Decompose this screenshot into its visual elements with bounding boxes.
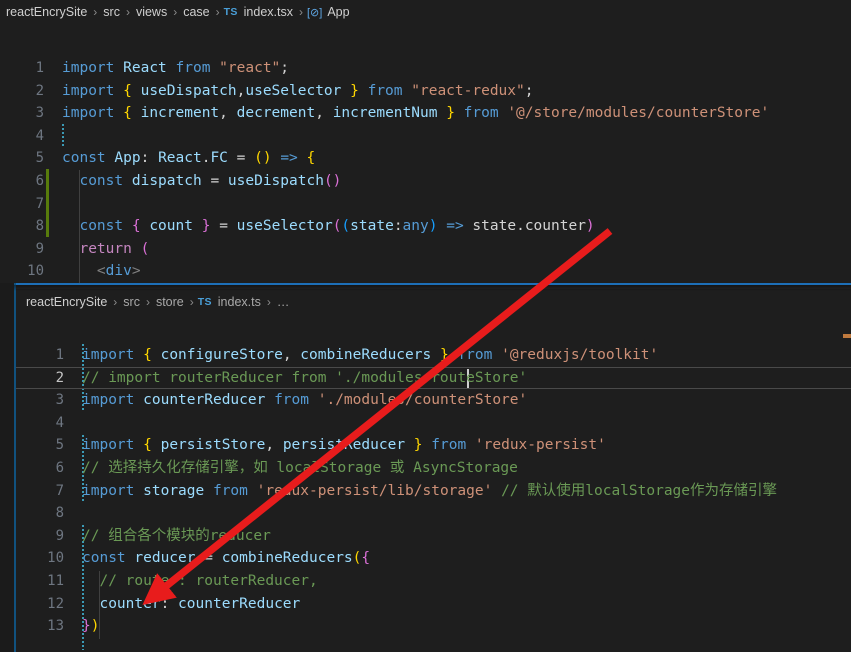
- code-line: 3 import { increment, decrement, incremen…: [0, 102, 851, 125]
- line-number: 6: [55, 459, 64, 476]
- breadcrumb-separator-icon: ›: [189, 295, 194, 309]
- code-line: 1 import { configureStore, combineReducer…: [16, 344, 851, 367]
- breadcrumb-folder-src[interactable]: src: [101, 5, 122, 19]
- code-line: 1 import React from "react";: [0, 57, 851, 80]
- bottom-editor-pane: reactEncrySite › src › store › TS index.…: [14, 283, 851, 652]
- code-line: 11 // router: routerReducer,: [16, 570, 851, 593]
- line-content: import storage from 'redux-persist/lib/s…: [82, 482, 778, 499]
- symbol-class-icon: [⊘]: [307, 6, 323, 19]
- code-line: 4: [16, 412, 851, 435]
- line-content: import React from "react";: [62, 60, 290, 76]
- breadcrumb-separator-icon: ›: [266, 295, 271, 309]
- code-line: 10 <div>: [0, 260, 851, 283]
- breadcrumb-file[interactable]: index.tsx: [242, 5, 295, 19]
- line-content: counter: counterReducer: [99, 595, 301, 612]
- line-number: 6: [35, 172, 44, 189]
- code-line: 7 import storage from 'redux-persist/lib/…: [16, 480, 851, 503]
- line-number: 3: [35, 105, 44, 122]
- line-content: // 选择持久化存储引擎，如 localStorage 或 AsyncStora…: [82, 459, 518, 476]
- breadcrumb-separator-icon: ›: [113, 295, 118, 309]
- breadcrumb-folder-store[interactable]: store: [154, 295, 186, 309]
- breadcrumb-separator-icon: ›: [93, 5, 98, 19]
- breadcrumb-separator-icon: ›: [173, 5, 178, 19]
- code-line: 13}): [16, 615, 851, 638]
- code-line: 9 // 组合各个模块的reducer: [16, 525, 851, 548]
- typescript-file-icon: TS: [223, 6, 238, 18]
- line-number: 7: [55, 482, 64, 499]
- line-number: 2: [55, 369, 64, 386]
- line-content: import { useDispatch,useSelector } from …: [62, 82, 534, 99]
- line-number: 8: [55, 505, 64, 522]
- line-content: const reducer = combineReducers({: [82, 550, 371, 567]
- line-number: 5: [35, 150, 44, 167]
- line-number: 2: [35, 82, 44, 99]
- line-number: 13: [47, 618, 64, 635]
- breadcrumb-top[interactable]: reactEncrySite › src › views › case › TS…: [0, 0, 851, 24]
- code-line: 6 // 选择持久化存储引擎，如 localStorage 或 AsyncStor…: [16, 457, 851, 480]
- line-number: 1: [35, 60, 44, 76]
- line-number: 4: [55, 414, 64, 431]
- breadcrumb-project[interactable]: reactEncrySite: [24, 295, 109, 309]
- line-number: 4: [35, 127, 44, 144]
- line-content: }): [82, 618, 100, 635]
- code-line: 6 const dispatch = useDispatch(): [0, 170, 851, 193]
- vscode-window: reactEncrySite › src › views › case › TS…: [0, 0, 851, 652]
- line-content: <div>: [96, 263, 141, 280]
- breadcrumb-project[interactable]: reactEncrySite: [4, 5, 89, 19]
- line-number: 1: [55, 347, 64, 363]
- breadcrumb-symbol[interactable]: App: [325, 5, 351, 19]
- code-line: 5 const App: React.FC = () => {: [0, 147, 851, 170]
- code-line: 2 import { useDispatch,useSelector } from…: [0, 80, 851, 103]
- line-content: // 组合各个模块的reducer: [82, 527, 271, 544]
- line-number: 10: [27, 263, 44, 280]
- line-content: return (: [79, 240, 150, 257]
- line-content: // router: routerReducer,: [82, 572, 318, 589]
- breadcrumb-more[interactable]: …: [275, 295, 292, 309]
- breadcrumb-separator-icon: ›: [125, 5, 130, 19]
- line-number: 8: [35, 218, 44, 235]
- line-number: 3: [55, 392, 64, 409]
- code-line: 2 // import routerReducer from './modules…: [16, 367, 851, 390]
- panel-focus-border-top: [14, 283, 851, 285]
- line-number: 9: [55, 527, 64, 544]
- top-editor-pane: reactEncrySite › src › views › case › TS…: [0, 0, 851, 283]
- code-line: 8 const { count } = useSelector((state:a…: [0, 215, 851, 238]
- line-content: import { configureStore, combineReducers…: [82, 347, 659, 363]
- code-line: 5 import { persistStore, persistReducer }…: [16, 434, 851, 457]
- breadcrumb-separator-icon: ›: [215, 5, 220, 19]
- typescript-file-icon: TS: [197, 296, 212, 308]
- breadcrumb-folder-case[interactable]: case: [181, 5, 211, 19]
- code-line: 8: [16, 502, 851, 525]
- bottom-code-area[interactable]: 1 import { configureStore, combineReducer…: [16, 315, 851, 652]
- breadcrumb-file[interactable]: index.ts: [216, 295, 263, 309]
- minimap-marker[interactable]: [843, 334, 851, 338]
- line-number: 7: [35, 195, 44, 212]
- breadcrumb-separator-icon: ›: [299, 5, 303, 19]
- code-line: 12 counter: counterReducer: [16, 593, 851, 616]
- line-number: 10: [47, 550, 64, 567]
- line-content: import { increment, decrement, increment…: [62, 105, 770, 122]
- panel-left-gutter-strip: [0, 283, 14, 652]
- line-content: import { persistStore, persistReducer } …: [82, 437, 606, 454]
- breadcrumb-separator-icon: ›: [145, 295, 150, 309]
- line-content: const App: React.FC = () => {: [62, 150, 316, 167]
- panel-focus-border-left: [14, 283, 16, 652]
- line-content: import counterReducer from './modules/co…: [82, 392, 528, 409]
- breadcrumb-folder-src[interactable]: src: [121, 295, 142, 309]
- line-number: 11: [47, 572, 64, 589]
- line-number: 9: [35, 240, 44, 257]
- line-number: 5: [55, 437, 64, 454]
- line-number: 12: [47, 595, 64, 612]
- code-line: 4: [0, 125, 851, 148]
- line-content: const dispatch = useDispatch(): [79, 172, 342, 189]
- code-line: 7: [0, 193, 851, 216]
- code-line: 9 return (: [0, 238, 851, 261]
- top-code-area[interactable]: 1 import React from "react"; 2 import { us…: [0, 24, 851, 283]
- code-line: 3 import counterReducer from './modules/c…: [16, 389, 851, 412]
- code-line: 10 const reducer = combineReducers({: [16, 547, 851, 570]
- line-content: const { count } = useSelector((state:any…: [79, 218, 595, 235]
- line-content: // import routerReducer from './modules/…: [82, 369, 528, 386]
- breadcrumb-folder-views[interactable]: views: [134, 5, 169, 19]
- breadcrumb-bottom[interactable]: reactEncrySite › src › store › TS index.…: [16, 289, 851, 315]
